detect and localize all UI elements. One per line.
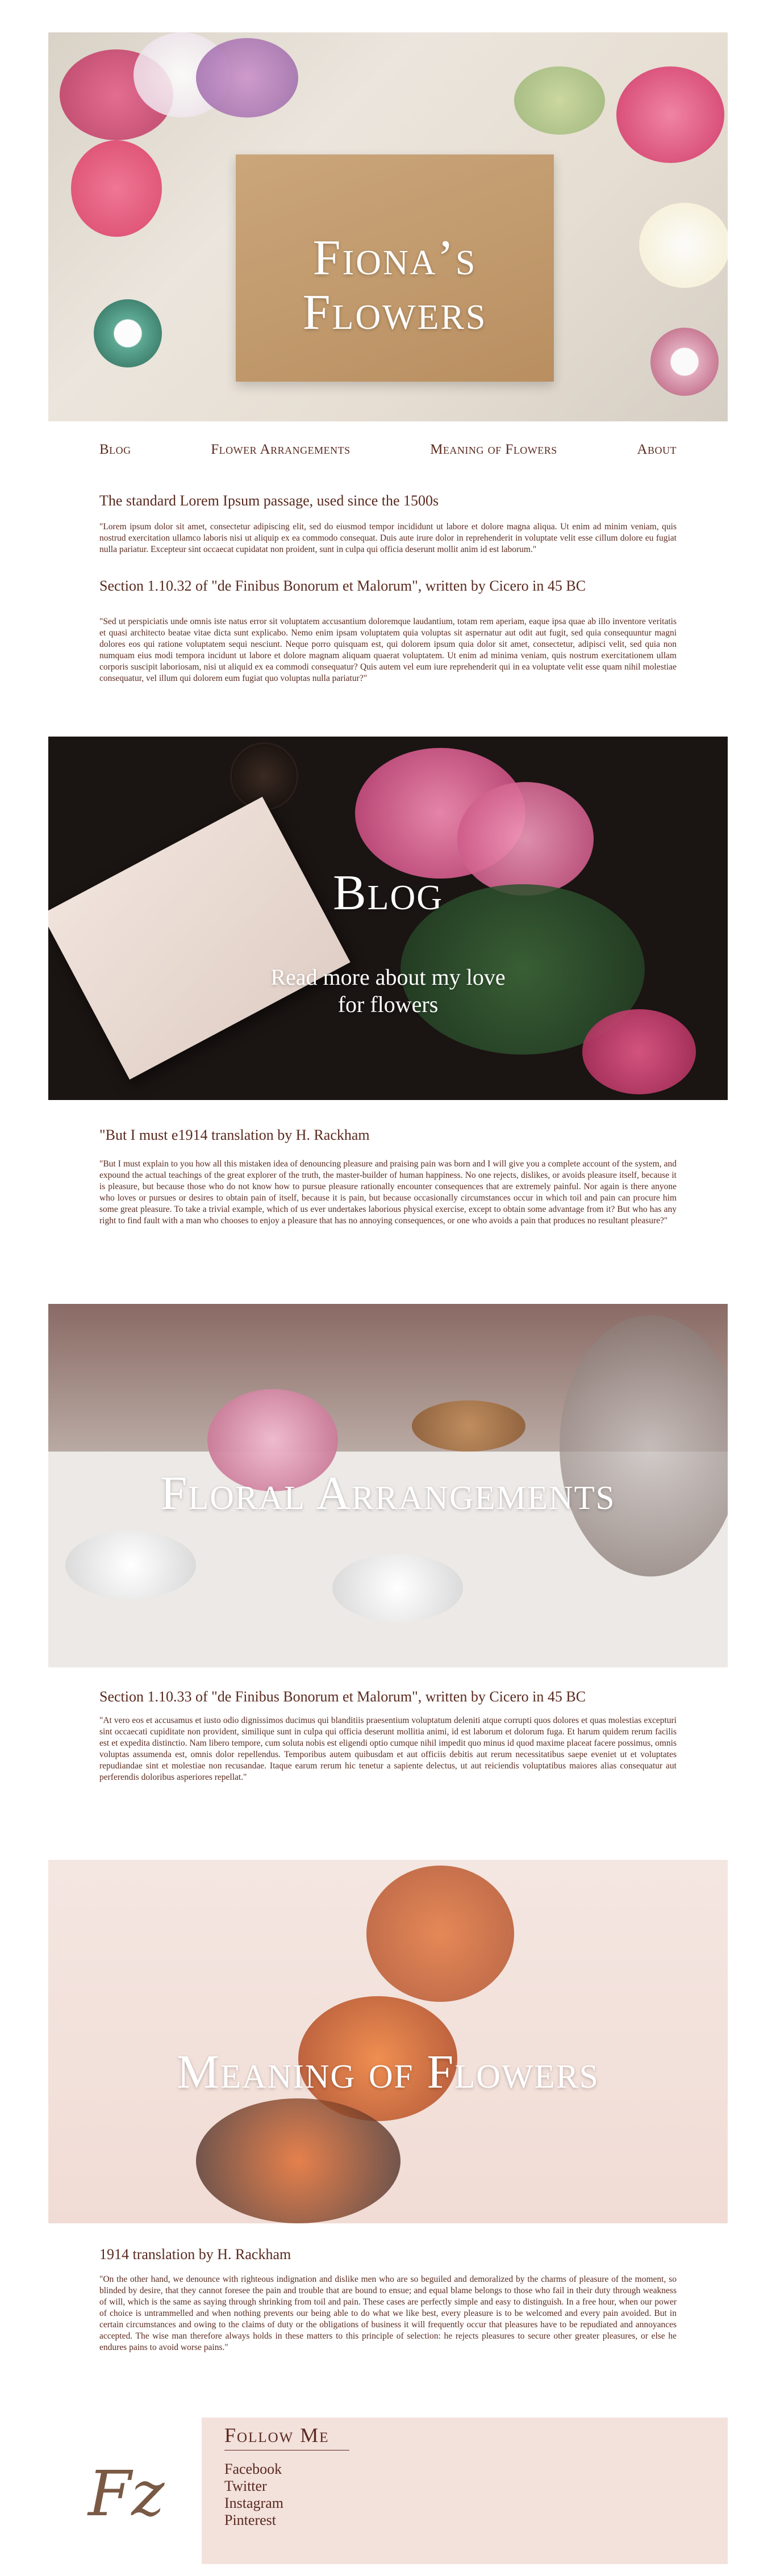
section4-heading: 1914 translation by H. Rackham: [99, 2246, 291, 2263]
blog-subtitle-line2: for flowers: [337, 992, 439, 1017]
social-links: Facebook Twitter Instagram Pinterest: [224, 2461, 283, 2529]
nav-blog[interactable]: Blog: [99, 442, 131, 458]
flower-decoration: [616, 66, 724, 163]
blog-subtitle-line1: Read more about my love: [270, 964, 506, 990]
meaning-of-flowers-panel[interactable]: Meaning of Flowers: [48, 1860, 728, 2223]
ribbon-spool-decoration: [650, 328, 719, 396]
open-book: [48, 797, 351, 1080]
branch-decoration: [196, 2098, 400, 2223]
bread-decoration: [412, 1400, 525, 1452]
blog-title: Blog: [332, 865, 444, 921]
section1-text: "Sed ut perspiciatis unde omnis iste nat…: [99, 617, 677, 683]
section3-heading: Section 1.10.33 of "de Finibus Bonorum e…: [99, 1688, 586, 1705]
twitter-link[interactable]: Twitter: [224, 2478, 267, 2494]
nav-flower-arrangements[interactable]: Flower Arrangements: [211, 442, 350, 458]
follow-me-heading: Follow Me: [224, 2424, 329, 2447]
section2-heading: "But I must e1914 translation by H. Rack…: [99, 1127, 370, 1143]
section3-text: "At vero eos et accusamus et iusto odio …: [99, 1716, 677, 1782]
section2-text: "But I must explain to you how all this …: [99, 1159, 677, 1226]
main-nav: Blog Flower Arrangements Meaning of Flow…: [99, 438, 677, 461]
wrap-decoration: [582, 1009, 696, 1094]
flower-decoration: [639, 203, 728, 288]
flower-decoration: [196, 38, 298, 118]
instagram-link[interactable]: Instagram: [224, 2495, 283, 2511]
ribbon-spool-decoration: [94, 299, 162, 367]
site-title: Fiona’s Flowers: [302, 231, 487, 340]
fz-logo: Fz: [88, 2457, 165, 2530]
hero-banner: Fiona’s Flowers: [48, 32, 728, 421]
section4-text: "On the other hand, we denounce with rig…: [99, 2274, 677, 2352]
flower-decoration: [71, 140, 162, 237]
blog-subtitle: Read more about my love for flowers: [48, 964, 728, 1018]
blog-panel[interactable]: Blog Read more about my love for flowers: [48, 737, 728, 1100]
plate-decoration: [65, 1531, 196, 1599]
floral-arrangements-title: Floral Arrangements: [160, 1467, 616, 1520]
branch-decoration: [366, 1866, 514, 2002]
logo-box: Fz: [48, 2418, 202, 2564]
nav-about[interactable]: About: [637, 442, 677, 458]
meaning-of-flowers-title: Meaning of Flowers: [177, 2046, 599, 2098]
section1-heading: Section 1.10.32 of "de Finibus Bonorum e…: [99, 578, 586, 594]
flower-decoration: [514, 66, 605, 135]
pinterest-link[interactable]: Pinterest: [224, 2512, 276, 2528]
floral-arrangements-panel[interactable]: Floral Arrangements: [48, 1304, 728, 1667]
plate-decoration: [332, 1554, 463, 1622]
follow-me-box: Follow Me Facebook Twitter Instagram Pin…: [202, 2418, 728, 2564]
facebook-link[interactable]: Facebook: [224, 2461, 282, 2477]
nav-meaning-of-flowers[interactable]: Meaning of Flowers: [430, 442, 557, 458]
footer: Fz Follow Me Facebook Twitter Instagram …: [48, 2418, 728, 2564]
intro-heading: The standard Lorem Ipsum passage, used s…: [99, 492, 439, 509]
intro-text: "Lorem ipsum dolor sit amet, consectetur…: [99, 522, 677, 554]
